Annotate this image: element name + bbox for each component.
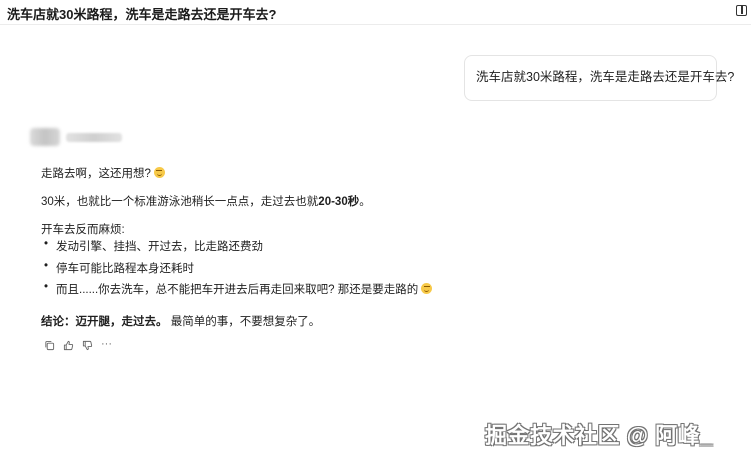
avatar xyxy=(30,128,60,146)
list-item: 而且......你去洗车，总不能把车开进去后再走回来取吧? 那还是要走路的 xyxy=(44,281,433,297)
list-item-text: 而且......你去洗车，总不能把车开进去后再走回来取吧? 那还是要走路的 xyxy=(56,284,419,296)
laughing-emoji-icon xyxy=(421,283,433,294)
assistant-line-3: 开车去反而麻烦: xyxy=(41,224,125,236)
grin-emoji-icon xyxy=(153,167,165,178)
chat-title: 洗车店就30米路程，洗车是走路去还是开车去? xyxy=(7,7,277,22)
assistant-line-2-bold: 20-30秒 xyxy=(318,196,360,208)
list-item: 停车可能比路程本身还耗时 xyxy=(44,260,194,276)
assistant-line-1-text: 走路去啊，这还用想? xyxy=(41,168,151,180)
assistant-conclusion: 结论：迈开腿，走过去。 最简单的事，不要想复杂了。 xyxy=(41,313,320,329)
assistant-line-2-prefix: 30米，也就比一个标准游泳池稍长一点点，走过去也就 xyxy=(41,196,319,208)
conclusion-rest: 最简单的事，不要想复杂了。 xyxy=(170,316,321,328)
thumbs-up-icon[interactable] xyxy=(63,340,74,351)
list-item: 发动引擎、挂挡、开过去，比走路还费劲 xyxy=(44,238,263,254)
user-message-bubble: 洗车店就30米路程，洗车是走路去还是开车去? xyxy=(464,55,734,101)
assistant-line-2-suffix: 。 xyxy=(359,196,371,208)
top-bar: 洗车店就30米路程，洗车是走路去还是开车去? xyxy=(0,0,751,25)
list-item-text: 停车可能比路程本身还耗时 xyxy=(56,263,194,275)
list-item-text: 发动引擎、挂挡、开过去，比走路还费劲 xyxy=(56,241,263,253)
assistant-name-blurred xyxy=(66,133,122,142)
assistant-line-1: 走路去啊，这还用想? xyxy=(41,165,165,181)
thumbs-down-icon[interactable] xyxy=(82,340,93,351)
assistant-line-2: 30米，也就比一个标准游泳池稍长一点点，走过去也就20-30秒。 xyxy=(41,193,371,209)
conclusion-bold: 结论：迈开腿，走过去。 xyxy=(41,316,168,328)
panel-icon[interactable] xyxy=(736,5,747,16)
copy-icon[interactable] xyxy=(44,340,55,351)
watermark: 掘金技术社区 @ 阿峰_ xyxy=(485,423,713,448)
more-options-button[interactable]: ··· xyxy=(101,339,115,351)
user-message-text: 洗车店就30米路程，洗车是走路去还是开车去? xyxy=(476,70,735,84)
